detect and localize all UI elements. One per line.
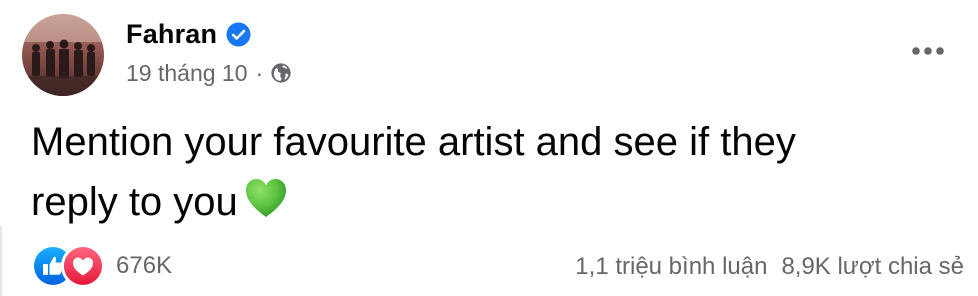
more-options-icon (912, 47, 944, 55)
post-timestamp[interactable]: 19 tháng 10 (126, 60, 248, 87)
post-options-button[interactable] (908, 36, 948, 66)
post-message-line-2: reply to you (31, 172, 961, 232)
author-row: Fahran (126, 17, 292, 51)
author-block: Fahran 19 tháng 10 · (126, 17, 292, 88)
post-meta-row: 19 tháng 10 · (126, 58, 292, 88)
comments-count-link[interactable]: 1,1 triệu bình luận (575, 253, 767, 281)
author-avatar[interactable] (22, 14, 104, 96)
left-edge-divider (0, 226, 2, 296)
green-heart-icon (244, 177, 288, 221)
reaction-count: 676K (116, 252, 173, 279)
globe-icon[interactable] (270, 62, 292, 84)
engagement-counts: 1,1 triệu bình luận 8,9K lượt chia sẻ (575, 253, 964, 281)
verified-badge-icon (226, 22, 251, 47)
meta-separator: · (255, 59, 264, 86)
post-message: Mention your favourite artist and see if… (31, 112, 961, 232)
shares-count-link[interactable]: 8,9K lượt chia sẻ (781, 253, 964, 281)
reactions-summary[interactable]: 676K (34, 247, 172, 285)
post-stats-bar: 676K 1,1 triệu bình luận 8,9K lượt chia … (34, 245, 964, 289)
band-photo-avatar (22, 14, 104, 96)
author-name[interactable]: Fahran (126, 19, 217, 50)
post-header: Fahran 19 tháng 10 · (22, 14, 978, 96)
love-reaction-icon (64, 247, 102, 285)
post-message-line-2-text: reply to you (31, 180, 238, 224)
post-message-line-1: Mention your favourite artist and see if… (31, 120, 796, 164)
